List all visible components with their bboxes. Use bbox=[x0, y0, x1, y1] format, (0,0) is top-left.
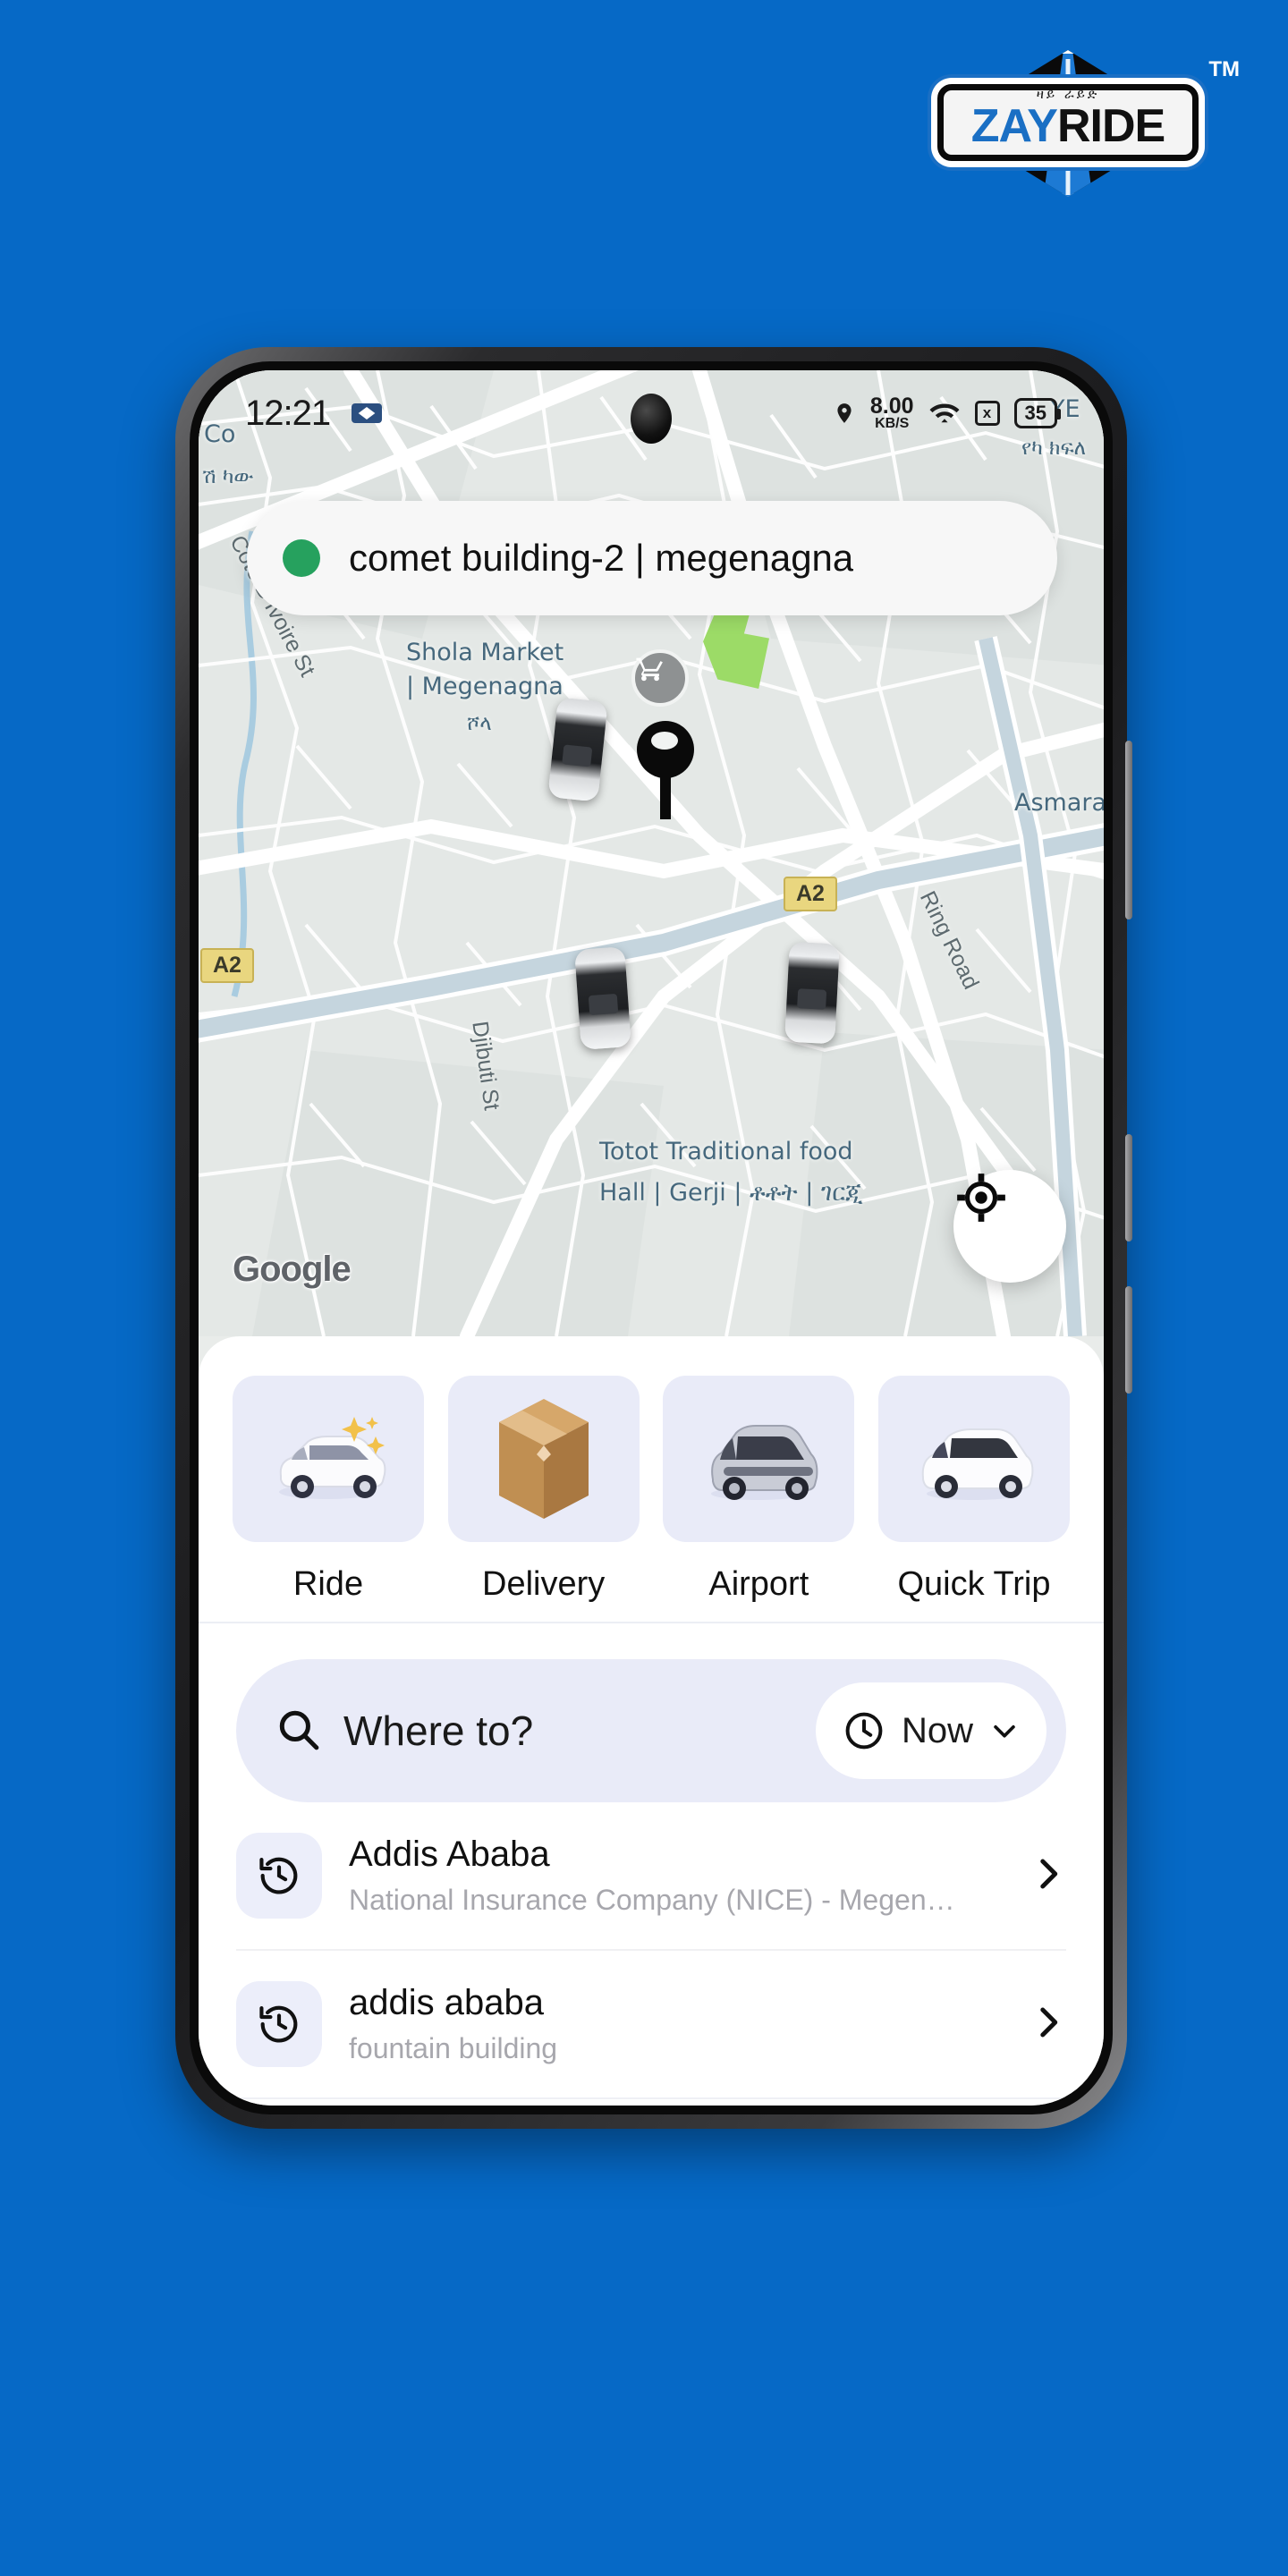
service-label: Delivery bbox=[482, 1565, 606, 1603]
trademark-symbol: TM bbox=[1208, 57, 1240, 81]
schedule-time-label: Now bbox=[901, 1710, 973, 1750]
service-quick-trip[interactable]: Quick Trip bbox=[877, 1376, 1070, 1604]
service-tile bbox=[877, 1376, 1070, 1542]
list-item-body: Addis Ababa National Insurance Company (… bbox=[349, 1835, 1016, 1917]
cart-glyph bbox=[636, 657, 663, 682]
bottom-sheet: Ride Delivery Airport Quick Trip Where t… bbox=[199, 1336, 1104, 2106]
chevron-down-icon bbox=[994, 1724, 1015, 1738]
magnifier-glyph bbox=[279, 1710, 319, 1750]
crosshair-icon bbox=[957, 1174, 1005, 1222]
clock-icon bbox=[845, 1712, 883, 1750]
history-icon bbox=[236, 1833, 322, 1919]
service-tile bbox=[233, 1376, 424, 1542]
driver-car-marker[interactable] bbox=[784, 941, 840, 1045]
package-box-icon bbox=[498, 1399, 589, 1519]
history-glyph bbox=[259, 1857, 298, 1894]
logo-wordmark: ZAYRIDE bbox=[971, 103, 1165, 149]
recent-destinations-list: Addis Ababa National Insurance Company (… bbox=[199, 1802, 1104, 2097]
sim-card-icon: x bbox=[974, 401, 1000, 426]
driver-car-marker[interactable] bbox=[547, 697, 608, 802]
battery-level: 35 bbox=[1024, 402, 1046, 424]
wifi-badge-icon bbox=[352, 403, 383, 423]
chevron-glyph bbox=[1040, 1859, 1058, 1888]
battery-indicator: 35 bbox=[1013, 398, 1062, 428]
zayride-logo: ZAYRIDE ዛይ ራይድ TM bbox=[896, 43, 1240, 204]
mini-glyph bbox=[358, 407, 376, 419]
service-label: Airport bbox=[708, 1565, 809, 1603]
list-item-body: addis ababa fountain building bbox=[349, 1983, 1016, 2065]
location-pin-icon bbox=[837, 403, 852, 423]
chevron-right-icon bbox=[1029, 2004, 1066, 2046]
phone-screen: Shola Market | Megenagna ሾላ Asmara Totot… bbox=[199, 370, 1104, 2106]
service-ride[interactable]: Ride bbox=[233, 1376, 424, 1604]
status-time: 12:21 bbox=[245, 393, 331, 433]
network-speed: 8.00 KB/S bbox=[869, 393, 914, 432]
search-input[interactable]: Where to? bbox=[343, 1707, 533, 1755]
sparkle-car-icon bbox=[279, 1417, 386, 1499]
pickup-dot-icon bbox=[283, 539, 320, 577]
search-section: Where to? Now bbox=[199, 1623, 1104, 1802]
logo-shield: ZAYRIDE ዛይ ራይድ bbox=[937, 50, 1199, 197]
google-attribution: Google bbox=[233, 1250, 352, 1289]
network-speed-unit: KB/S bbox=[875, 416, 910, 432]
white-car-icon bbox=[921, 1428, 1034, 1500]
volume-down-button[interactable] bbox=[1125, 1134, 1132, 1241]
pickup-address-bar[interactable]: comet building-2 | megenagna bbox=[247, 501, 1057, 615]
power-button[interactable] bbox=[1125, 1286, 1132, 1394]
service-delivery[interactable]: Delivery bbox=[447, 1376, 640, 1604]
highway-shield: A2 bbox=[784, 877, 837, 911]
location-pin-marker[interactable] bbox=[637, 721, 694, 819]
service-label: Quick Trip bbox=[897, 1565, 1051, 1603]
list-item-subtitle: fountain building bbox=[349, 2032, 558, 2064]
list-item[interactable]: addis ababa fountain building bbox=[236, 1951, 1066, 2097]
chevron-glyph bbox=[1040, 2007, 1058, 2037]
list-item[interactable]: Addis Ababa National Insurance Company (… bbox=[236, 1802, 1066, 1951]
front-camera-punchhole bbox=[631, 394, 672, 444]
service-tile bbox=[447, 1376, 640, 1542]
driver-car-marker[interactable] bbox=[574, 946, 631, 1050]
status-icons: 8.00 KB/S x 35 bbox=[833, 393, 1062, 432]
dark-car-icon bbox=[711, 1425, 818, 1500]
service-tile bbox=[663, 1376, 855, 1542]
logo-word-zay: ZAY bbox=[970, 100, 1058, 152]
service-airport[interactable]: Airport bbox=[663, 1376, 855, 1604]
chevron-right-icon bbox=[1029, 1855, 1066, 1897]
phone-frame: Shola Market | Megenagna ሾላ Asmara Totot… bbox=[175, 347, 1132, 2129]
where-to-search-bar[interactable]: Where to? Now bbox=[236, 1659, 1066, 1802]
list-item-title: Addis Ababa bbox=[349, 1835, 550, 1874]
list-item-title: addis ababa bbox=[349, 1983, 544, 2022]
list-item-subtitle: National Insurance Company (NICE) - Mege… bbox=[349, 1884, 955, 1916]
volume-up-button[interactable] bbox=[1125, 741, 1132, 919]
logo-amharic-text: ዛይ ራይድ bbox=[1036, 86, 1100, 102]
pickup-address-text: comet building-2 | megenagna bbox=[349, 537, 854, 579]
service-label: Ride bbox=[292, 1565, 364, 1603]
search-icon bbox=[275, 1707, 320, 1756]
history-icon bbox=[236, 1981, 322, 2067]
schedule-time-picker[interactable]: Now bbox=[815, 1682, 1046, 1779]
bottom-navigation: Home Bookings bbox=[199, 2097, 1104, 2106]
sim-label: x bbox=[982, 404, 992, 421]
logo-word-ride: RIDE bbox=[1056, 100, 1165, 152]
wifi-icon bbox=[929, 403, 960, 423]
locate-me-button[interactable] bbox=[953, 1170, 1066, 1283]
history-glyph bbox=[259, 2005, 298, 2043]
highway-shield: A2 bbox=[200, 948, 254, 983]
network-speed-value: 8.00 bbox=[869, 393, 914, 419]
service-shortcuts: Ride Delivery Airport Quick Trip bbox=[199, 1336, 1104, 1623]
shopping-cart-icon[interactable] bbox=[631, 649, 689, 707]
phone-bezel: Shola Market | Megenagna ሾላ Asmara Totot… bbox=[190, 361, 1113, 2114]
